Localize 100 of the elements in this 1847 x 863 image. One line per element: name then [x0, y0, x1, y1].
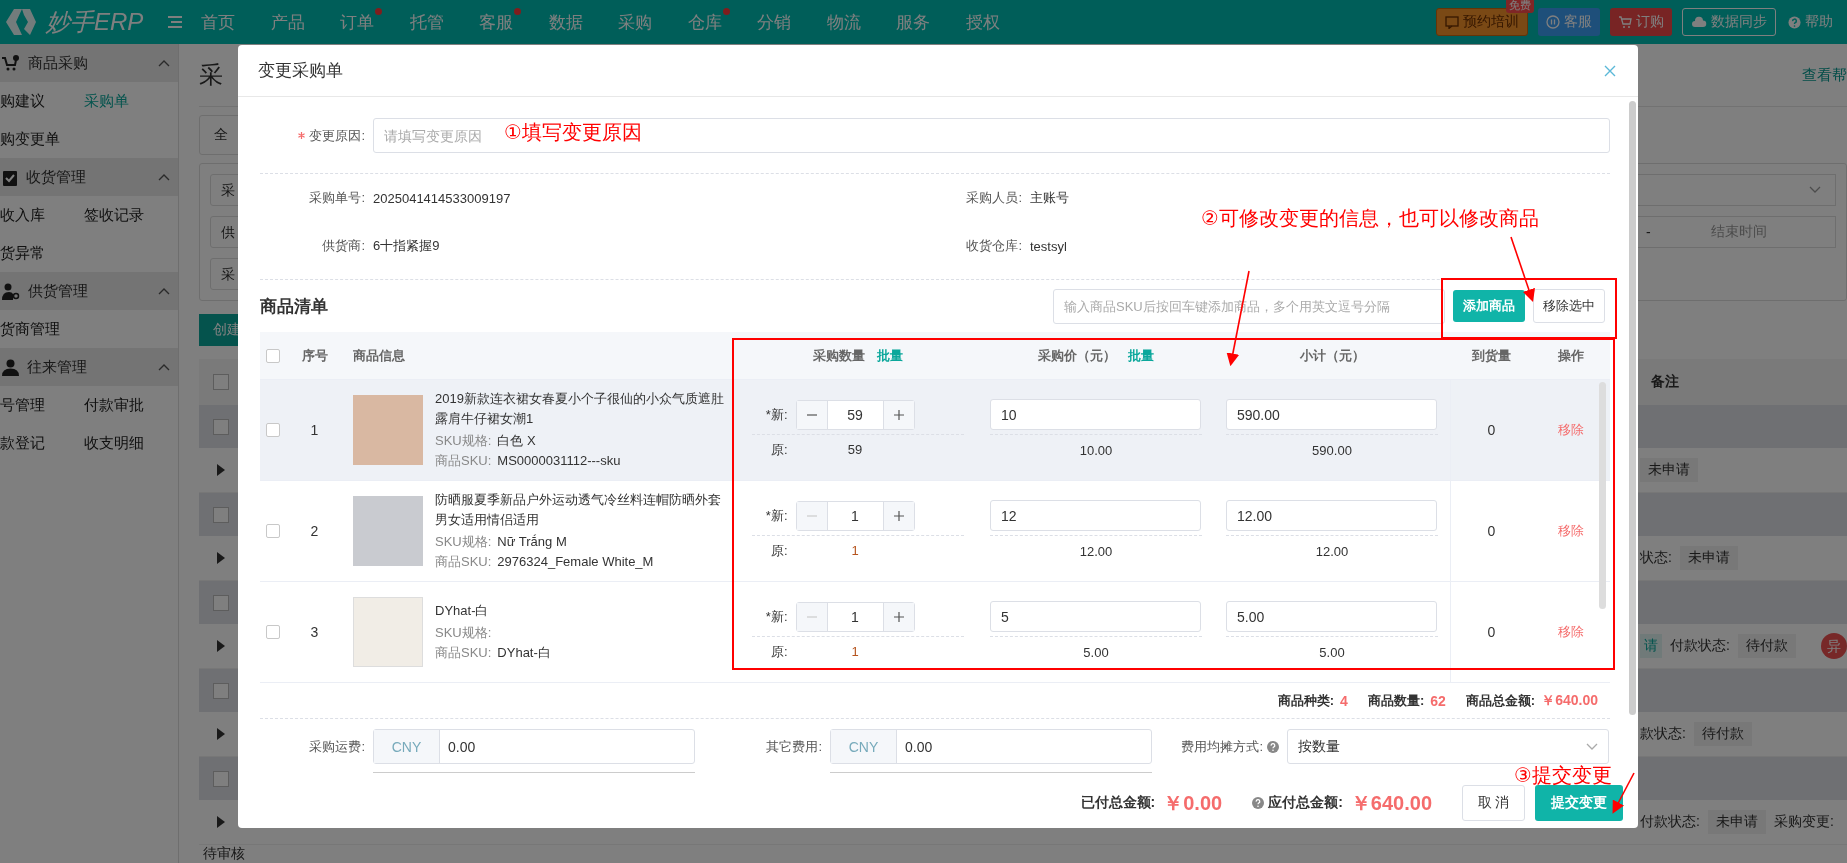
row-number: 2: [310, 523, 319, 539]
sidebar-item[interactable]: 收入库: [0, 196, 84, 234]
checkbox[interactable]: [266, 348, 280, 363]
field-label: 原:: [769, 440, 789, 459]
toolbar-button[interactable]: 客服: [1538, 8, 1600, 36]
expand-caret-icon[interactable]: [217, 552, 225, 564]
sidebar-item[interactable]: 款登记: [0, 424, 84, 462]
checkbox[interactable]: [266, 625, 280, 639]
nav-link[interactable]: 分销: [757, 10, 827, 34]
sidebar-item[interactable]: 购建议: [0, 82, 84, 120]
expand-caret-icon[interactable]: [217, 640, 225, 652]
nav-link[interactable]: 服务: [896, 10, 966, 34]
column-header: 操作: [1558, 346, 1584, 365]
nav-link[interactable]: 仓库: [687, 10, 758, 34]
annotation-text: ②可修改变更的信息，也可以修改商品: [1201, 206, 1539, 231]
column-header: 采购数量: [812, 346, 865, 365]
checkbox[interactable]: [213, 594, 229, 611]
field-label: 变更原因:: [309, 126, 365, 145]
toolbar-button[interactable]: 数据同步: [1682, 8, 1776, 36]
toolbar-button[interactable]: 订购: [1610, 8, 1672, 36]
quantity-stepper[interactable]: 1: [795, 601, 915, 632]
subtotal-input[interactable]: 12.00: [1226, 500, 1437, 531]
split-method-select[interactable]: 按数量: [1287, 729, 1609, 764]
sidebar-item[interactable]: 货商管理: [0, 310, 84, 348]
quantity-stepper[interactable]: 1: [795, 500, 915, 531]
field-value: 6十指紧握9: [373, 237, 441, 255]
person-icon: [2, 358, 19, 376]
checkbox[interactable]: [213, 374, 229, 390]
nav-link[interactable]: 授权: [965, 10, 1036, 34]
status-label: 采购变更:: [1773, 813, 1834, 831]
remove-link[interactable]: 移除: [1558, 522, 1584, 540]
plus-button[interactable]: [883, 501, 914, 530]
scrollbar[interactable]: [1629, 101, 1636, 715]
batch-link[interactable]: 批量: [876, 346, 903, 365]
submit-button[interactable]: 提交变更: [1535, 785, 1623, 821]
checkbox[interactable]: [266, 423, 280, 437]
help-link[interactable]: 查看帮: [1802, 65, 1847, 85]
nav-link[interactable]: 物流: [826, 10, 897, 34]
plus-button[interactable]: [883, 400, 914, 429]
cart-check-icon: [2, 55, 20, 71]
sidebar-group-header[interactable]: 商品采购: [0, 44, 178, 82]
remove-selected-button[interactable]: 移除选中: [1533, 289, 1605, 323]
sidebar-group-header[interactable]: 往来管理: [0, 348, 178, 386]
expand-caret-icon[interactable]: [217, 464, 225, 476]
remove-link[interactable]: 移除: [1558, 623, 1584, 641]
original-subtotal: 590.00: [1311, 442, 1353, 458]
sidebar-item[interactable]: 货异常: [0, 234, 84, 272]
menu-icon[interactable]: [167, 15, 184, 29]
close-icon[interactable]: [1604, 64, 1616, 77]
fee-input[interactable]: CNY 0.00: [373, 729, 695, 764]
sidebar-item[interactable]: 购变更单: [0, 120, 84, 158]
column-header: 序号: [301, 346, 328, 365]
plus-icon: [893, 409, 904, 420]
subtotal-input[interactable]: 590.00: [1226, 399, 1437, 430]
fee-input[interactable]: CNY 0.00: [830, 729, 1152, 764]
sidebar-item[interactable]: 采购单: [84, 82, 178, 120]
sidebar-group-header[interactable]: 收货管理: [0, 158, 178, 196]
price-input[interactable]: 10: [990, 399, 1201, 430]
scrollbar[interactable]: [1599, 382, 1606, 609]
sidebar-item[interactable]: 号管理: [0, 386, 84, 424]
nav-link[interactable]: 订单: [340, 10, 410, 34]
expand-caret-icon[interactable]: [217, 728, 225, 740]
help-link[interactable]: 帮助: [1786, 8, 1835, 36]
remove-link[interactable]: 移除: [1558, 421, 1584, 439]
field-label: SKU规格:: [435, 625, 492, 640]
product-name: 2019新款连衣裙女春夏小个子很仙的小众气质遮肚露肩牛仔裙女潮1: [435, 390, 725, 428]
minus-button[interactable]: [796, 400, 827, 429]
status-tag: 待付款: [1737, 634, 1796, 658]
plus-button[interactable]: [883, 602, 914, 631]
expand-caret-icon[interactable]: [217, 816, 225, 828]
sidebar-item[interactable]: 签收记录: [84, 196, 178, 234]
nav-link[interactable]: 客服: [479, 10, 549, 34]
arrived-quantity: 0: [1487, 624, 1496, 640]
sidebar-item[interactable]: 收支明细: [84, 424, 178, 462]
nav-link[interactable]: 数据: [548, 10, 619, 34]
field-value: Nữ Trắng M: [497, 534, 567, 549]
nav-link[interactable]: 首页: [201, 10, 271, 34]
sidebar-group-header[interactable]: 供货管理: [0, 272, 178, 310]
nav-link[interactable]: 产品: [270, 10, 341, 34]
checkbox[interactable]: [213, 770, 229, 787]
quantity-stepper[interactable]: 59: [795, 399, 915, 430]
checkbox[interactable]: [213, 682, 229, 699]
sidebar-item[interactable]: 付款审批: [84, 386, 178, 424]
price-input[interactable]: 5: [990, 601, 1201, 632]
field-label: 商品SKU:: [435, 453, 492, 468]
add-product-button[interactable]: 添加商品: [1453, 290, 1525, 322]
cancel-button[interactable]: 取 消: [1462, 785, 1525, 821]
minus-icon: [806, 413, 817, 416]
field-value: MS0000031112---sku: [497, 453, 621, 468]
nav-link[interactable]: 采购: [618, 10, 688, 34]
checkbox[interactable]: [213, 418, 229, 435]
original-price: 10.00: [1078, 442, 1114, 458]
checkbox[interactable]: [213, 506, 229, 523]
batch-link[interactable]: 批量: [1128, 346, 1154, 365]
subtotal-input[interactable]: 5.00: [1226, 601, 1437, 632]
plus-icon: [893, 611, 904, 622]
field-label: 供货商:: [321, 237, 366, 255]
checkbox[interactable]: [266, 524, 280, 538]
price-input[interactable]: 12: [990, 500, 1201, 531]
nav-link[interactable]: 托管: [409, 10, 480, 34]
